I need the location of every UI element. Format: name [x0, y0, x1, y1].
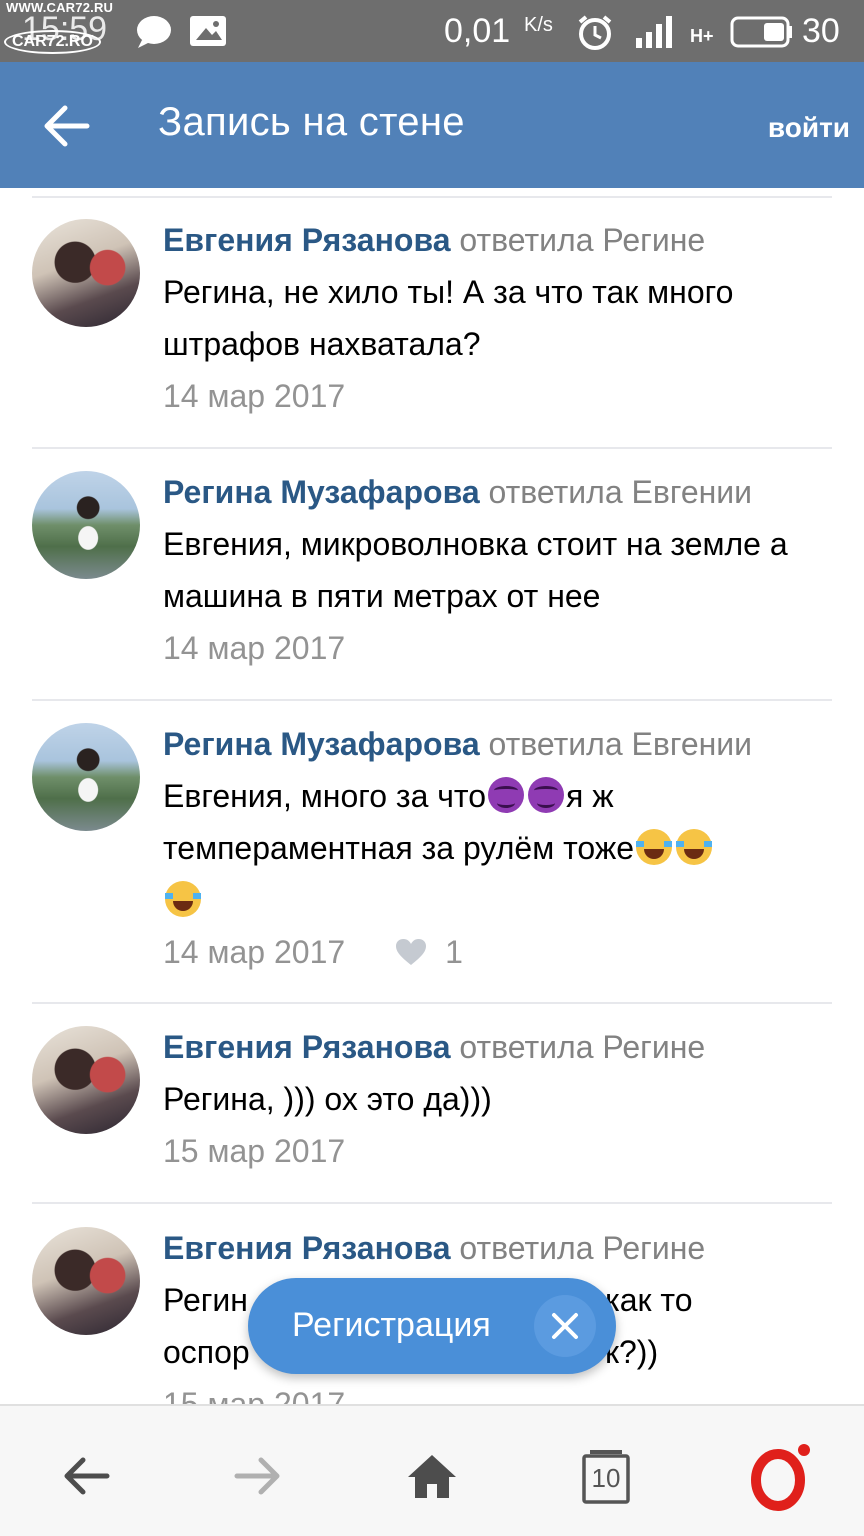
comment-author[interactable]: Евгения Рязанова [163, 222, 451, 258]
comment-text: Регина, ))) ох это да))) [163, 1081, 492, 1117]
comment-text: Евгения, микроволновка стоит на земле а … [163, 526, 788, 614]
net-speed-unit: K/s [524, 14, 553, 36]
chat-icon [134, 14, 174, 55]
smiling-devil-icon [528, 777, 565, 813]
reply-to[interactable]: ответила Регине [459, 1029, 705, 1065]
battery-percent: 30 [802, 12, 840, 50]
reply-to[interactable]: ответила Евгении [489, 474, 753, 510]
status-bar: 15:59 WWW.CAR72.RU CAR72.RO 0,01 K/s H+ … [0, 0, 864, 62]
net-speed: 0,01 [444, 12, 511, 50]
watermark-url: WWW.CAR72.RU [6, 0, 114, 15]
comments-feed[interactable]: Евгения Рязанова ответила Регине Регина,… [0, 188, 864, 1404]
home-icon [408, 1455, 456, 1498]
tears-of-joy-icon [165, 881, 201, 917]
smiling-devil-icon [488, 777, 525, 813]
like-count: 1 [445, 934, 463, 970]
battery-icon [730, 16, 794, 53]
comment-item: Евгения Рязанова ответила Регине Регина,… [0, 188, 864, 448]
comment-text-fragment: оспор [163, 1334, 250, 1370]
tabs-icon: 10 [582, 1448, 630, 1504]
close-icon [552, 1313, 578, 1339]
comment-author[interactable]: Евгения Рязанова [163, 1230, 451, 1266]
avatar[interactable] [32, 1026, 140, 1134]
app-header: Запись на стене войти [0, 62, 864, 188]
tabs-count: 10 [591, 1462, 621, 1493]
photo-icon [188, 14, 228, 53]
close-button[interactable] [534, 1295, 596, 1357]
comment-text-fragment: Регин [163, 1282, 248, 1318]
avatar[interactable] [32, 723, 140, 831]
arrow-left-icon [44, 105, 90, 147]
comment-text: Регина, не хило ты! А за что так много ш… [163, 274, 734, 362]
alarm-icon [576, 14, 614, 57]
tears-of-joy-icon [676, 829, 713, 865]
browser-home-button[interactable] [392, 1436, 472, 1516]
reply-to[interactable]: ответила Регине [459, 1230, 705, 1266]
comment-text: Евгения, много за что я ж темпераментная … [163, 770, 843, 926]
comment-author[interactable]: Евгения Рязанова [163, 1029, 451, 1065]
avatar[interactable] [32, 471, 140, 579]
forward-icon [234, 1457, 280, 1495]
comment-date[interactable]: 14 мар 2017 [163, 622, 345, 674]
browser-toolbar: 10 [0, 1404, 864, 1536]
comment-text-fragment: как то [605, 1282, 693, 1318]
registration-label[interactable]: Регистрация [292, 1306, 491, 1345]
comment-date[interactable]: 14 мар 2017 [163, 926, 345, 978]
back-button[interactable] [36, 98, 96, 154]
like-button[interactable]: 1 [395, 926, 463, 978]
comment-date[interactable]: 14 мар 2017 [163, 370, 345, 422]
reply-to[interactable]: ответила Регине [459, 222, 705, 258]
reply-to[interactable]: ответила Евгении [489, 726, 753, 762]
opera-menu-icon [751, 1444, 810, 1511]
signal-icon [632, 14, 678, 55]
tears-of-joy-icon [636, 829, 673, 865]
login-button[interactable]: войти [768, 112, 850, 144]
back-icon [64, 1457, 110, 1495]
comment-item: Регина Музафарова ответила Евгении Евген… [0, 692, 864, 1002]
comment-item: Евгения Рязанова ответила Регине Регина,… [0, 995, 864, 1195]
comment-date[interactable]: 15 мар 2017 [163, 1125, 345, 1177]
comment-date[interactable]: 15 мар 2017 [163, 1378, 345, 1404]
browser-forward-button[interactable] [218, 1436, 298, 1516]
comment-author[interactable]: Регина Музафарова [163, 726, 480, 762]
browser-back-button[interactable] [46, 1436, 126, 1516]
browser-tabs-button[interactable]: 10 [566, 1436, 646, 1516]
comment-author[interactable]: Регина Музафарова [163, 474, 480, 510]
network-type: H+ [690, 26, 714, 46]
comment-item: Регина Музафарова ответила Евгении Евген… [0, 440, 864, 692]
registration-banner[interactable]: Регистрация [248, 1278, 616, 1374]
heart-icon [396, 939, 427, 965]
avatar[interactable] [32, 1227, 140, 1335]
watermark-logo: CAR72.RO [4, 30, 101, 54]
comment-text-part: Евгения, много за что [163, 778, 487, 814]
page-title: Запись на стене [158, 100, 465, 144]
avatar[interactable] [32, 219, 140, 327]
opera-menu-button[interactable] [738, 1436, 818, 1516]
